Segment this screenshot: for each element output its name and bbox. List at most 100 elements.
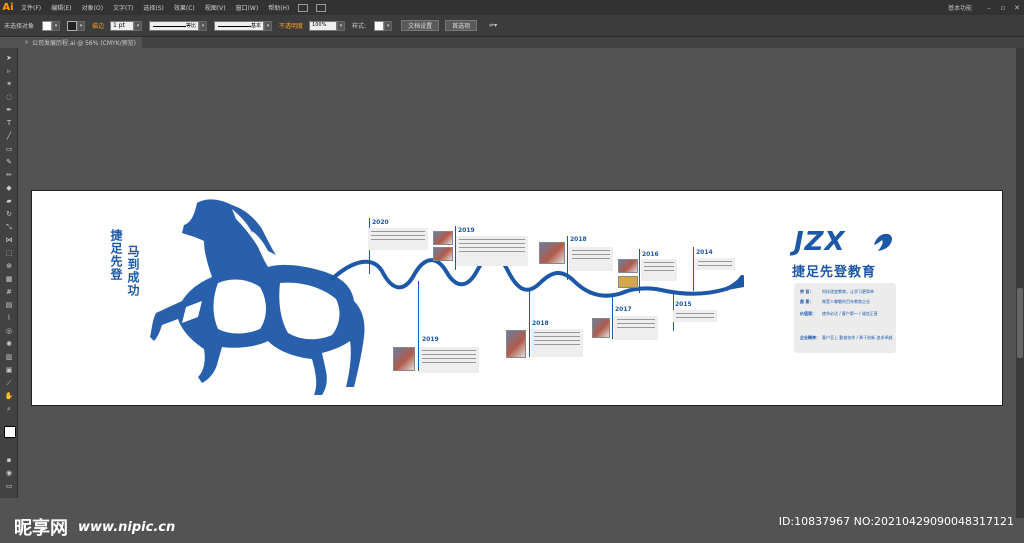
company-name: 捷足先登教育: [792, 265, 877, 280]
rectangle-tool-icon[interactable]: ▭: [4, 145, 14, 153]
graph-tool-icon[interactable]: ▥: [4, 353, 14, 361]
vertical-scrollbar[interactable]: [1016, 48, 1024, 518]
bridge-icon[interactable]: [298, 3, 309, 12]
variable-width-profile[interactable]: 等比: [149, 20, 200, 31]
workspace-switcher[interactable]: 基本功能: [948, 3, 972, 12]
free-transform-icon[interactable]: ⬚: [4, 249, 14, 257]
selection-tool-icon[interactable]: ➤: [4, 54, 14, 62]
eyedropper-icon[interactable]: ⌇: [4, 314, 14, 322]
year-label: 2019: [422, 336, 439, 343]
artboard-tool-icon[interactable]: ▣: [4, 366, 14, 374]
control-bar: 未选择对象 ▾ ▾ 描边 1 pt ▾ 等比 ▾ 基本 ▾ 不透明度 100% …: [0, 15, 1024, 37]
year-label: 2015: [675, 301, 692, 308]
style-label: 样式:: [352, 23, 367, 30]
pen-tool-icon[interactable]: ✒: [4, 106, 14, 114]
fill-dropdown[interactable]: ▾: [52, 20, 61, 31]
paintbrush-tool-icon[interactable]: ✎: [4, 158, 14, 166]
eraser-tool-icon[interactable]: ▰: [4, 197, 14, 205]
hand-tool-icon[interactable]: ✋: [4, 392, 14, 400]
slogan-right: 捷足先登: [109, 229, 123, 281]
brush-dropdown[interactable]: ▾: [264, 20, 273, 31]
menu-view[interactable]: 视图(V): [200, 3, 231, 12]
stroke-color-dropdown[interactable]: ▾: [77, 20, 86, 31]
opacity-field[interactable]: 100%: [309, 20, 338, 31]
watermark-logo: 昵享网 www.nipic.cn: [14, 514, 175, 540]
info-key: 价值观：: [800, 311, 816, 316]
stroke-weight-field[interactable]: 1 pt: [110, 20, 135, 31]
event-card: [614, 316, 658, 340]
direct-selection-tool-icon[interactable]: ▹: [4, 67, 14, 75]
menu-edit[interactable]: 编辑(E): [46, 3, 76, 12]
lasso-tool-icon[interactable]: ◌: [4, 93, 14, 101]
color-mode-icon[interactable]: ▪: [4, 456, 14, 464]
close-icon[interactable]: ✕: [1010, 0, 1024, 15]
slice-tool-icon[interactable]: ⟋: [4, 379, 14, 387]
event-photo: [393, 347, 415, 371]
event-card: [641, 259, 677, 281]
menu-type[interactable]: 文字(T): [108, 3, 138, 12]
stroke-label[interactable]: 描边: [88, 21, 108, 30]
tools-panel: ➤ ▹ ✶ ◌ ✒ T ╱ ▭ ✎ ✏ ◆ ▰ ↻ ⤡ ⋈ ⬚ ⊕ ▦ # ▤ …: [0, 48, 18, 498]
profile-dropdown[interactable]: ▾: [199, 20, 208, 31]
menu-effect[interactable]: 效果(C): [169, 3, 200, 12]
event-card: [695, 258, 735, 270]
menu-help[interactable]: 帮助(H): [263, 3, 294, 12]
blend-tool-icon[interactable]: ◎: [4, 327, 14, 335]
rotate-tool-icon[interactable]: ↻: [4, 210, 14, 218]
document-tab[interactable]: × 公司发展历程.ai @ 56% (CMYK/预览): [20, 37, 143, 48]
width-tool-icon[interactable]: ⋈: [4, 236, 14, 244]
gradient-tool-icon[interactable]: ▤: [4, 301, 14, 309]
maximize-icon[interactable]: ▫: [996, 0, 1010, 15]
info-row: 愿 景： 做受人尊敬的百年教育企业: [800, 299, 870, 305]
preferences-button[interactable]: 首选项: [445, 20, 478, 31]
style-dropdown[interactable]: ▾: [384, 20, 393, 31]
menu-window[interactable]: 窗口(W): [231, 3, 264, 12]
arrange-documents-icon[interactable]: [316, 3, 327, 12]
scale-tool-icon[interactable]: ⤡: [4, 223, 14, 231]
event-photo: [433, 247, 453, 261]
info-row: 企业精神： 客户至上 勤奋协作 / 勇于创新 追求卓越: [800, 335, 892, 341]
zoom-tool-icon[interactable]: ⌕: [4, 405, 14, 413]
symbol-sprayer-icon[interactable]: ✺: [4, 340, 14, 348]
event-photo: [433, 231, 453, 245]
draw-mode-icon[interactable]: ◉: [4, 469, 14, 477]
brush-definition[interactable]: 基本: [214, 20, 265, 31]
timeline-connector: [529, 291, 530, 357]
graphic-style-swatch[interactable]: [374, 20, 385, 31]
mesh-tool-icon[interactable]: #: [4, 288, 14, 296]
stroke-weight-dropdown[interactable]: ▾: [134, 20, 143, 31]
fill-swatch[interactable]: [42, 20, 53, 31]
menu-file[interactable]: 文件(F): [16, 3, 46, 12]
year-label: 2016: [642, 251, 659, 258]
type-tool-icon[interactable]: T: [4, 119, 14, 127]
timeline-connector: [612, 293, 613, 339]
info-row: 价值观： 使命必达 / 客户第一 / 诚信正直: [800, 311, 878, 317]
opacity-label[interactable]: 不透明度: [275, 21, 307, 30]
magic-wand-icon[interactable]: ✶: [4, 80, 14, 88]
shape-builder-icon[interactable]: ⊕: [4, 262, 14, 270]
timeline-connector: [693, 247, 694, 291]
perspective-grid-icon[interactable]: ▦: [4, 275, 14, 283]
scroll-thumb[interactable]: [1017, 288, 1023, 358]
tab-close-icon[interactable]: ×: [24, 39, 29, 46]
minimize-icon[interactable]: –: [982, 0, 996, 15]
event-card: [419, 347, 479, 373]
menu-select[interactable]: 选择(S): [138, 3, 169, 12]
fill-stroke-swatch-icon[interactable]: [4, 426, 16, 438]
app-logo: Ai: [2, 2, 14, 13]
screen-mode-icon[interactable]: ▭: [4, 482, 14, 490]
line-tool-icon[interactable]: ╱: [4, 132, 14, 140]
menu-object[interactable]: 对象(O): [77, 3, 108, 12]
blob-brush-icon[interactable]: ◆: [4, 184, 14, 192]
info-value: 使命必达 / 客户第一 / 诚信正直: [822, 311, 878, 316]
event-card: [569, 247, 613, 271]
company-logo: JZX: [794, 227, 846, 257]
control-panel-menu-icon[interactable]: ⇌▾: [485, 22, 501, 29]
info-value: 做受人尊敬的百年教育企业: [822, 299, 870, 304]
document-setup-button[interactable]: 文档设置: [401, 20, 440, 31]
artboard[interactable]: 捷足先登 马到成功 2020 2019 2019 2018 2018 2017 …: [31, 190, 1003, 406]
pencil-tool-icon[interactable]: ✏: [4, 171, 14, 179]
timeline-ribbon: [330, 253, 744, 298]
stroke-swatch[interactable]: [67, 20, 78, 31]
opacity-dropdown[interactable]: ▾: [337, 20, 346, 31]
